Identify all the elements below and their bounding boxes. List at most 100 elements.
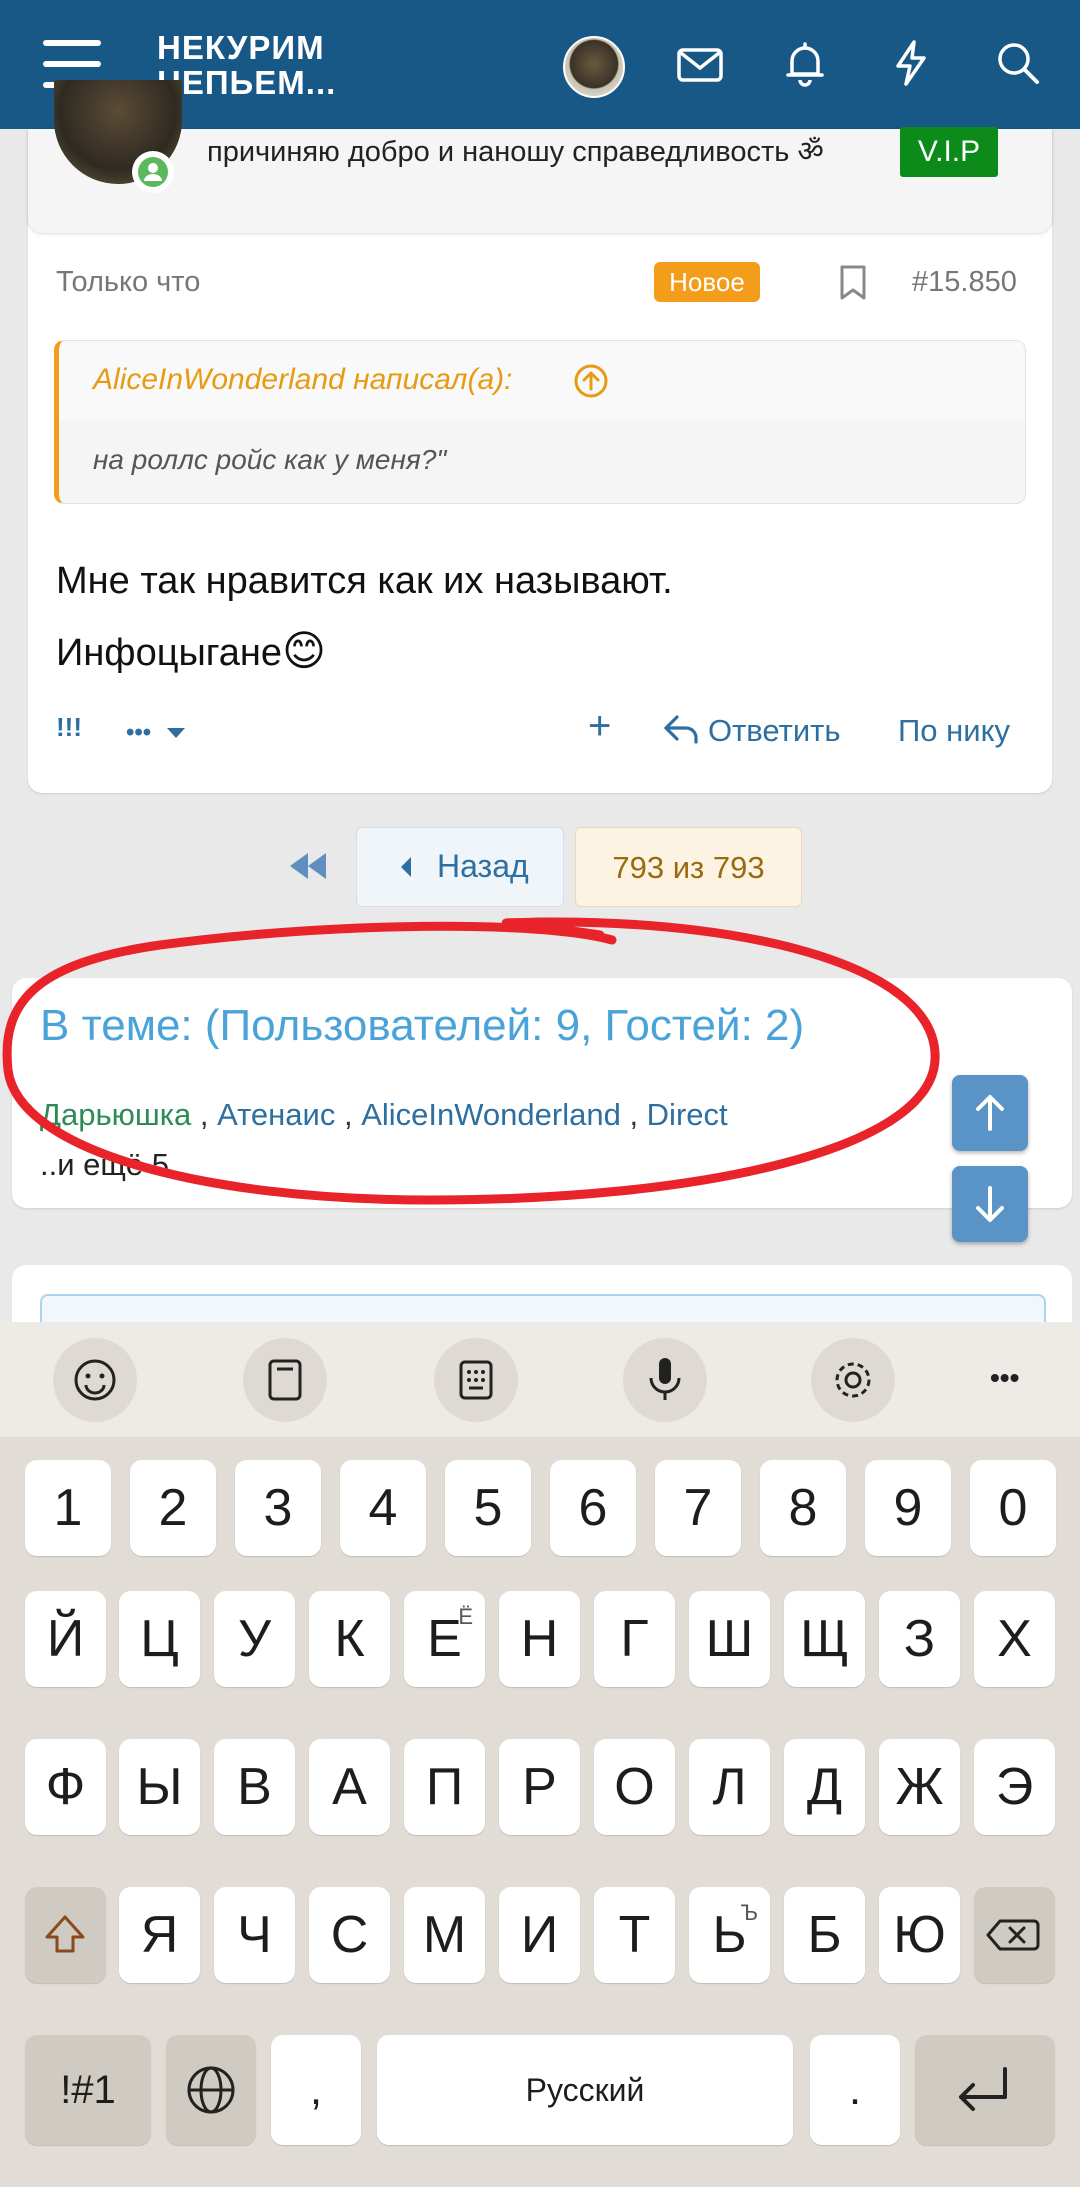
bookmark-icon[interactable] xyxy=(836,264,870,302)
key-Ы[interactable]: Ы xyxy=(119,1739,200,1835)
key-6[interactable]: 6 xyxy=(550,1460,636,1556)
microphone-icon[interactable] xyxy=(623,1338,707,1422)
quote-author[interactable]: AliceInWonderland написал(а): xyxy=(93,363,512,397)
key-Ш[interactable]: Ш xyxy=(689,1591,770,1687)
backspace-icon xyxy=(986,1919,1040,1951)
key-Э[interactable]: Э xyxy=(974,1739,1055,1835)
react-button[interactable]: !!! xyxy=(56,712,82,743)
key-Я[interactable]: Я xyxy=(119,1887,200,1983)
vip-badge: V.I.P xyxy=(900,127,998,177)
key-Ц[interactable]: Ц xyxy=(119,1591,200,1687)
comma-key[interactable]: , xyxy=(271,2035,361,2145)
shift-icon xyxy=(45,1915,85,1953)
key-2[interactable]: 2 xyxy=(130,1460,216,1556)
backspace-key[interactable] xyxy=(974,1887,1055,1983)
scroll-down-button[interactable] xyxy=(952,1166,1028,1242)
key-Н[interactable]: Н xyxy=(499,1591,580,1687)
keyboard: 1234567890 ЙЦУКЕЁНГШЩЗХ ФЫВАПРОЛДЖЭ ЯЧСМИТЬ… xyxy=(0,1437,1080,2187)
user-link[interactable]: Атенаис xyxy=(217,1097,335,1132)
key-В[interactable]: В xyxy=(214,1739,295,1835)
emoji-icon[interactable] xyxy=(53,1338,137,1422)
user-link[interactable]: Direct xyxy=(647,1097,728,1132)
lightning-icon[interactable] xyxy=(886,38,936,88)
arrow-up-circle-icon[interactable] xyxy=(573,363,609,399)
clipboard-icon[interactable] xyxy=(243,1338,327,1422)
key-3[interactable]: 3 xyxy=(235,1460,321,1556)
key-1[interactable]: 1 xyxy=(25,1460,111,1556)
user-link[interactable]: Дарьюшка xyxy=(40,1097,191,1132)
key-П[interactable]: П xyxy=(404,1739,485,1835)
key-Ж[interactable]: Ж xyxy=(879,1739,960,1835)
key-О[interactable]: О xyxy=(594,1739,675,1835)
site-logo[interactable]: НЕКУРИМ НЕПЬЕМ... xyxy=(157,30,336,100)
reply-icon[interactable] xyxy=(662,712,700,746)
post-time[interactable]: Только что xyxy=(56,266,200,299)
post-body-line1: Мне так нравится как их называют. xyxy=(56,560,673,602)
key-Л[interactable]: Л xyxy=(689,1739,770,1835)
user-link[interactable]: AliceInWonderland xyxy=(361,1097,621,1132)
key-Х[interactable]: Х xyxy=(974,1591,1055,1687)
key-З[interactable]: З xyxy=(879,1591,960,1687)
key-alt-char: Ё xyxy=(458,1604,473,1629)
period-key[interactable]: . xyxy=(810,2035,900,2145)
key-С[interactable]: С xyxy=(309,1887,390,1983)
first-page-button[interactable] xyxy=(286,850,330,882)
key-Е[interactable]: ЕЁ xyxy=(404,1591,485,1687)
key-7[interactable]: 7 xyxy=(655,1460,741,1556)
caret-left-icon xyxy=(401,857,411,877)
search-icon[interactable] xyxy=(993,38,1043,88)
key-У[interactable]: У xyxy=(214,1591,295,1687)
add-button[interactable]: + xyxy=(588,704,611,749)
reply-button[interactable]: Ответить xyxy=(708,713,841,749)
key-4[interactable]: 4 xyxy=(340,1460,426,1556)
key-Б[interactable]: Б xyxy=(784,1887,865,1983)
key-0[interactable]: 0 xyxy=(970,1460,1056,1556)
key-5[interactable]: 5 xyxy=(445,1460,531,1556)
avatar[interactable] xyxy=(563,36,625,98)
scroll-up-button[interactable] xyxy=(952,1075,1028,1151)
key-Й[interactable]: Й xyxy=(25,1591,106,1687)
online-users-list: Дарьюшка , Атенаис , AliceInWonderland ,… xyxy=(40,1097,728,1132)
enter-key[interactable] xyxy=(915,2035,1055,2145)
smile-emoji: 😊 xyxy=(282,627,326,674)
who-in-thread-title: В теме: (Пользователей: 9, Гостей: 2) xyxy=(40,1001,805,1050)
key-Щ[interactable]: Щ xyxy=(784,1591,865,1687)
key-И[interactable]: И xyxy=(499,1887,580,1983)
globe-icon xyxy=(187,2066,235,2114)
arrow-up-icon xyxy=(976,1095,1004,1131)
keypad-icon[interactable] xyxy=(434,1338,518,1422)
key-Ф[interactable]: Ф xyxy=(25,1739,106,1835)
language-key[interactable] xyxy=(166,2035,256,2145)
new-badge: Новое xyxy=(654,262,760,302)
key-Ю[interactable]: Ю xyxy=(879,1887,960,1983)
key-Г[interactable]: Г xyxy=(594,1591,675,1687)
shift-key[interactable] xyxy=(25,1887,106,1983)
arrow-down-icon xyxy=(976,1186,1004,1222)
quote-text: на роллс ройс как у меня?" xyxy=(93,444,447,475)
quote-block: AliceInWonderland написал(а): на роллс р… xyxy=(54,340,1026,504)
mail-icon[interactable] xyxy=(675,40,725,90)
symbols-key[interactable]: !#1 xyxy=(25,2035,151,2145)
more-icon[interactable]: ••• xyxy=(990,1362,1019,1394)
key-Р[interactable]: Р xyxy=(499,1739,580,1835)
key-8[interactable]: 8 xyxy=(760,1460,846,1556)
post-number[interactable]: #15.850 xyxy=(912,266,1017,299)
key-Д[interactable]: Д xyxy=(784,1739,865,1835)
by-nick-button[interactable]: По нику xyxy=(898,713,1010,749)
user-status-text: причиняю добро и наношу справедливость ॐ xyxy=(207,136,824,168)
space-key[interactable]: Русский xyxy=(377,2035,793,2145)
more-actions-button[interactable]: ••• xyxy=(126,712,186,748)
back-page-button[interactable]: Назад xyxy=(356,827,564,907)
key-А[interactable]: А xyxy=(309,1739,390,1835)
current-page: 793 из 793 xyxy=(575,827,802,907)
key-К[interactable]: К xyxy=(309,1591,390,1687)
settings-icon[interactable] xyxy=(811,1338,895,1422)
key-М[interactable]: М xyxy=(404,1887,485,1983)
key-Ч[interactable]: Ч xyxy=(214,1887,295,1983)
key-Т[interactable]: Т xyxy=(594,1887,675,1983)
chevron-down-icon xyxy=(166,728,185,738)
key-9[interactable]: 9 xyxy=(865,1460,951,1556)
bell-icon[interactable] xyxy=(780,38,830,88)
key-Ь[interactable]: ЬЪ xyxy=(689,1887,770,1983)
key-alt-char: Ъ xyxy=(740,1900,758,1925)
